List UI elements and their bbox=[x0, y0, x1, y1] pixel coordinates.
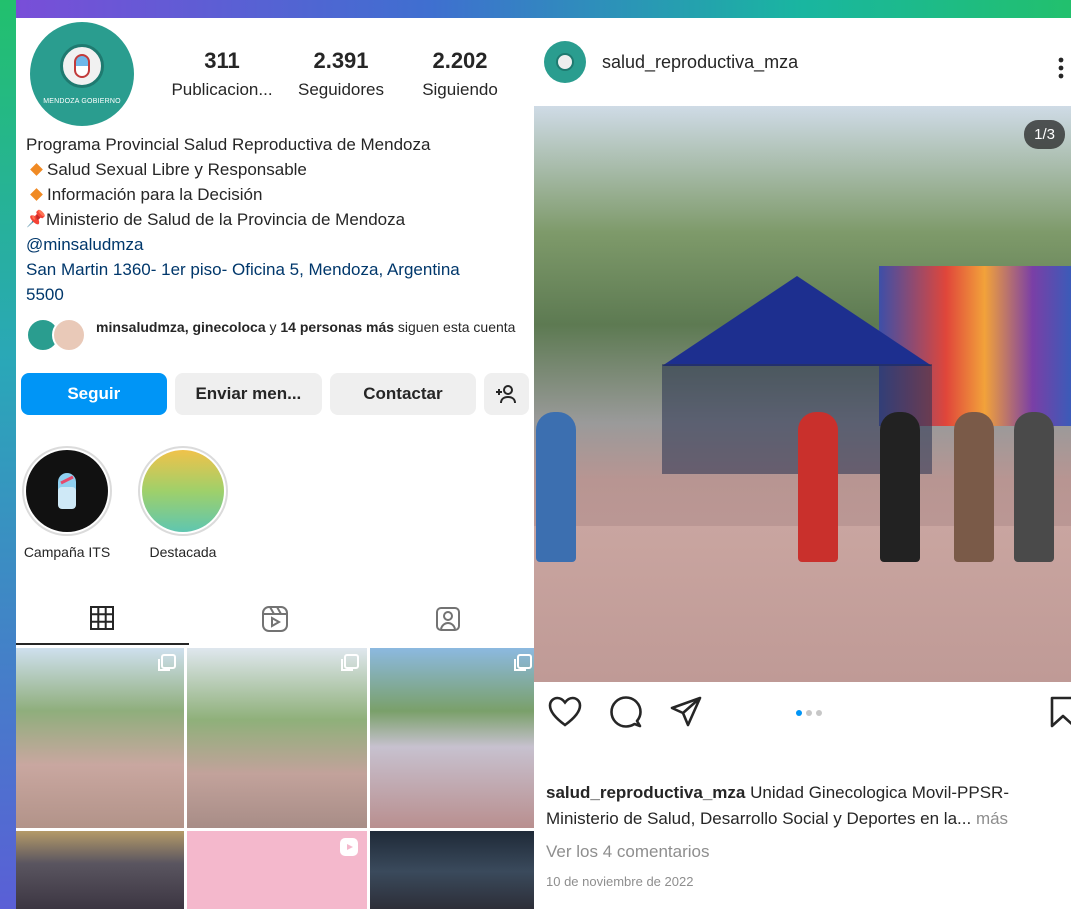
highlight-label: Campaña ITS bbox=[23, 544, 111, 560]
posts-grid bbox=[16, 648, 534, 909]
mendoza-seal-icon bbox=[556, 53, 574, 71]
grid-post[interactable] bbox=[370, 831, 534, 909]
comment-icon[interactable] bbox=[610, 696, 642, 728]
carousel-dots bbox=[796, 710, 822, 716]
highlight-thumbnail bbox=[142, 450, 224, 532]
stat-followers[interactable]: 2.391 Seguidores bbox=[285, 48, 397, 100]
tagged-person-icon bbox=[435, 607, 460, 631]
gradient-frame-left bbox=[0, 0, 16, 909]
reels-icon bbox=[262, 606, 288, 632]
pushpin-icon: 📌 bbox=[26, 211, 46, 228]
follower-avatar bbox=[52, 318, 86, 352]
profile-stats: 311 Publicacion... 2.391 Seguidores 2.20… bbox=[166, 48, 516, 100]
profile-bio: Programa Provincial Salud Reproductiva d… bbox=[26, 132, 526, 307]
stat-label: Seguidores bbox=[297, 80, 384, 99]
post-header: salud_reproductiva_mza bbox=[534, 18, 1071, 106]
carousel-icon bbox=[341, 654, 359, 671]
grid-post[interactable] bbox=[370, 648, 534, 828]
bookmark-icon[interactable] bbox=[1050, 696, 1071, 728]
bio-line: 📌 Ministerio de Salud de la Provincia de… bbox=[26, 207, 526, 232]
connector-text: y bbox=[265, 319, 281, 335]
address-text: San Martin 1360- 1er piso- Oficina 5, Me… bbox=[26, 260, 460, 279]
stat-value: 311 bbox=[204, 48, 240, 73]
grid-icon bbox=[90, 606, 115, 630]
stat-label: Publicacion... bbox=[171, 80, 273, 99]
heart-icon[interactable] bbox=[548, 696, 582, 728]
tab-tagged[interactable] bbox=[361, 593, 534, 645]
grid-post[interactable] bbox=[187, 831, 367, 909]
post-username[interactable]: salud_reproductiva_mza bbox=[602, 52, 798, 73]
grid-post[interactable] bbox=[16, 648, 184, 828]
person-figure bbox=[954, 412, 994, 562]
profile-panel: MENDOZA GOBIERNO 311 Publicacion... 2.39… bbox=[16, 18, 534, 909]
post-avatar[interactable] bbox=[544, 41, 586, 83]
more-options-icon[interactable] bbox=[1057, 56, 1065, 80]
caption-username[interactable]: salud_reproductiva_mza bbox=[546, 783, 745, 802]
message-button[interactable]: Enviar men... bbox=[174, 373, 323, 415]
post-photo[interactable]: 1/3 bbox=[534, 106, 1071, 682]
tab-reels[interactable] bbox=[189, 593, 362, 645]
followed-suffix: siguen esta cuenta bbox=[394, 319, 516, 335]
bio-text: Ministerio de Salud de la Provincia de M… bbox=[46, 210, 406, 229]
stat-following[interactable]: 2.202 Siguiendo bbox=[404, 48, 516, 100]
stat-label: Siguiendo bbox=[422, 80, 498, 99]
highlight-ring bbox=[138, 446, 228, 536]
grid-post[interactable] bbox=[16, 831, 184, 909]
stat-value: 2.202 bbox=[432, 48, 488, 73]
followed-by-text: minsaludmza, ginecoloca y 14 personas má… bbox=[96, 318, 515, 336]
carousel-icon bbox=[514, 654, 532, 671]
highlight-campana-its[interactable]: Campaña ITS bbox=[16, 446, 122, 560]
highlight-label: Destacada bbox=[149, 544, 217, 560]
profile-name: Programa Provincial Salud Reproductiva d… bbox=[26, 135, 431, 154]
profile-avatar[interactable]: MENDOZA GOBIERNO bbox=[30, 22, 134, 126]
orange-diamond-icon bbox=[30, 163, 43, 176]
orange-diamond-icon bbox=[30, 188, 43, 201]
profile-tabs bbox=[16, 593, 534, 645]
carousel-dot bbox=[816, 710, 822, 716]
mendoza-seal-icon bbox=[60, 43, 104, 88]
follower-names: minsaludmza, ginecoloca bbox=[96, 319, 266, 335]
carousel-dot bbox=[806, 710, 812, 716]
condom-icon bbox=[26, 450, 108, 532]
grid-post[interactable] bbox=[187, 648, 367, 828]
view-comments-link[interactable]: Ver los 4 comentarios bbox=[546, 842, 709, 862]
avatar-logo-text: MENDOZA GOBIERNO bbox=[43, 97, 121, 105]
reel-icon bbox=[340, 838, 358, 856]
post-panel: salud_reproductiva_mza 1/3 salud_reprodu… bbox=[534, 18, 1071, 909]
stat-value: 2.391 bbox=[313, 48, 369, 73]
postal-code: 5500 bbox=[26, 285, 64, 304]
carousel-counter: 1/3 bbox=[1024, 120, 1065, 149]
carousel-dot bbox=[796, 710, 802, 716]
carousel-icon bbox=[158, 654, 176, 671]
person-figure bbox=[1014, 412, 1054, 562]
contact-button[interactable]: Contactar bbox=[330, 373, 476, 415]
caption-more-link[interactable]: más bbox=[976, 809, 1008, 828]
post-date: 10 de noviembre de 2022 bbox=[546, 874, 694, 889]
person-figure bbox=[798, 412, 838, 562]
highlight-ring bbox=[22, 446, 112, 536]
add-person-icon bbox=[496, 385, 517, 404]
post-actions bbox=[534, 682, 1071, 742]
bio-text: Información para la Decisión bbox=[47, 185, 263, 204]
bio-line: Salud Sexual Libre y Responsable bbox=[26, 157, 526, 182]
person-figure bbox=[880, 412, 920, 562]
followed-by[interactable]: minsaludmza, ginecoloca y 14 personas má… bbox=[26, 318, 526, 352]
person-figure bbox=[536, 412, 576, 562]
bio-line: Información para la Decisión bbox=[26, 182, 526, 207]
tab-grid[interactable] bbox=[16, 593, 189, 645]
address-link[interactable]: San Martin 1360- 1er piso- Oficina 5, Me… bbox=[26, 257, 526, 307]
others-count: 14 personas más bbox=[280, 319, 395, 335]
share-icon[interactable] bbox=[670, 696, 702, 728]
highlight-destacada[interactable]: Destacada bbox=[128, 446, 238, 560]
add-person-button[interactable] bbox=[483, 373, 529, 415]
profile-actions: Seguir Enviar men... Contactar bbox=[21, 373, 529, 415]
post-caption: salud_reproductiva_mza Unidad Ginecologi… bbox=[546, 780, 1066, 832]
mention-link[interactable]: @minsaludmza bbox=[26, 232, 526, 257]
stat-posts[interactable]: 311 Publicacion... bbox=[166, 48, 278, 100]
follow-button[interactable]: Seguir bbox=[21, 373, 167, 415]
bio-text: Salud Sexual Libre y Responsable bbox=[47, 160, 307, 179]
story-highlights: Campaña ITS Destacada bbox=[16, 446, 534, 566]
